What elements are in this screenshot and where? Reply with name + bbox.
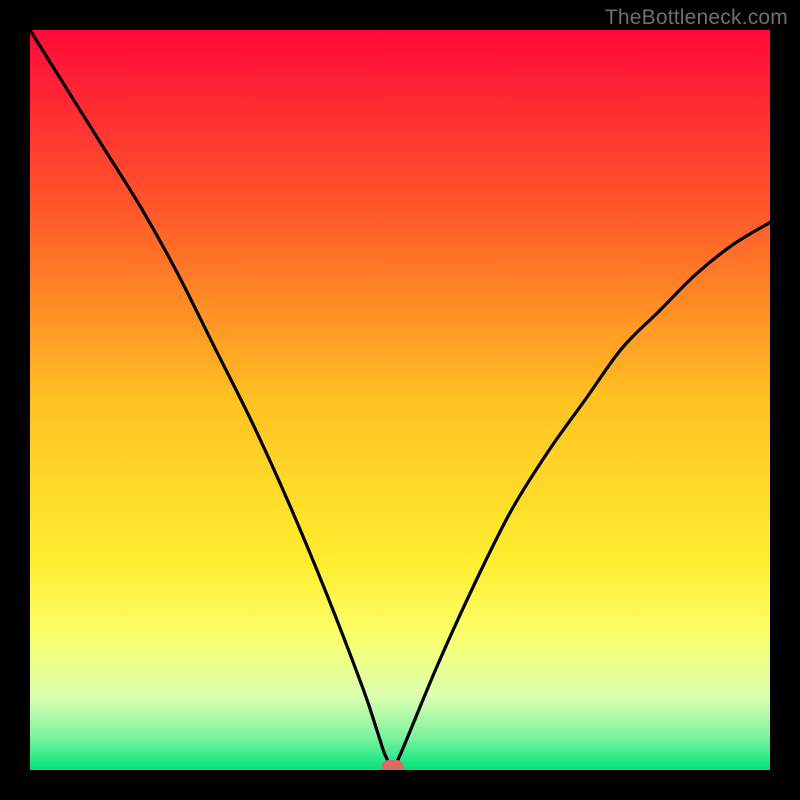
optimal-marker bbox=[382, 760, 404, 770]
chart-frame: TheBottleneck.com bbox=[0, 0, 800, 800]
watermark-text: TheBottleneck.com bbox=[605, 6, 788, 30]
gradient-background bbox=[30, 30, 770, 770]
plot-area bbox=[30, 30, 770, 770]
plot-svg bbox=[30, 30, 770, 770]
